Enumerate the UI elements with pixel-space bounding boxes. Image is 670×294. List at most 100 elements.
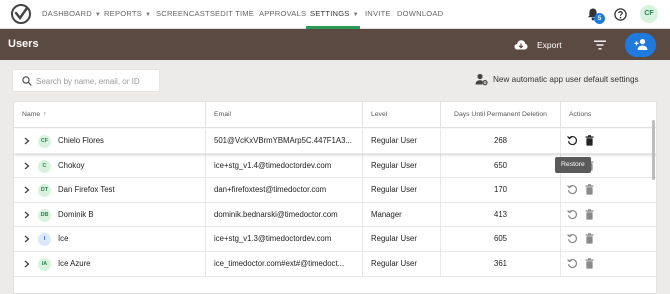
name-cell: IA Ice Azure [14,252,206,276]
restore-icon[interactable] [567,135,578,146]
chevron-down-icon: ▼ [352,12,359,18]
name-cell: I Ice [14,227,206,251]
add-user-button[interactable] [625,33,656,57]
avatar: I [38,233,51,247]
table-scrollbar[interactable] [652,120,655,180]
name-cell: CF Chielo Flores [14,129,206,153]
level-cell: Manager [363,202,441,227]
trash-icon[interactable] [585,233,594,244]
search-icon [22,76,32,86]
user-name: Chielo Flores [58,136,104,145]
user-settings-icon [475,73,488,86]
actions-cell [561,203,656,227]
filter-icon[interactable] [594,40,606,50]
avatar: DT [38,184,51,198]
table-row[interactable]: CF Chielo Flores 501@VcKxVBrmYBMArp5C.447F… [14,129,656,154]
page-title: Users [8,38,39,50]
email-cell: dan+firefoxtest@timedoctor.com [206,178,363,202]
days-cell: 268 [441,129,561,153]
days-cell: 361 [441,252,561,276]
nav-download[interactable]: DOWNLOAD [397,9,443,18]
sort-ascending-icon[interactable]: ↑ [43,102,47,128]
restore-icon[interactable] [567,184,578,195]
email-cell: ice+stg_v1.3@timedoctordev.com [206,227,363,251]
export-button[interactable]: Export [537,40,562,50]
app-logo-icon[interactable] [11,4,31,24]
cloud-download-icon[interactable] [514,39,528,51]
user-name: Ice [58,234,69,244]
trash-icon[interactable] [585,258,594,269]
actions-cell [561,129,656,153]
trash-icon[interactable] [585,135,594,146]
name-cell: C Chokoy [14,153,206,178]
actions-cell [561,178,656,202]
nav-settings[interactable]: SETTINGS ▼ [310,9,359,18]
email-cell: dominik.bednarski@timedoctor.com [206,202,363,227]
expand-chevron-icon[interactable] [24,186,30,194]
page-header: Users Export [0,29,670,60]
notification-count-badge: 5 [594,13,605,24]
user-avatar[interactable]: CF [640,5,658,23]
name-cell: DT Dan Firefox Test [14,178,206,202]
column-header-name-label: Name [22,111,41,118]
column-header-email[interactable]: Email [206,102,363,128]
chevron-down-icon: ▼ [94,12,102,18]
column-header-actions: Actions [569,111,592,118]
nav-edit-time[interactable]: EDIT TIME [215,9,254,18]
add-user-icon [634,39,648,50]
actions-cell [561,252,656,276]
expand-chevron-icon[interactable] [24,162,30,170]
nav-dashboard[interactable]: DASHBOARD ▼ [42,9,101,18]
nav-screencasts[interactable]: SCREENCASTS [156,9,215,18]
trash-icon[interactable] [585,184,594,195]
nav-approvals[interactable]: APPROVALS [259,9,306,18]
restore-icon[interactable] [567,209,578,220]
email-cell: ice+stg_v1.4@timedoctordev.com [206,153,363,178]
actions-cell [561,227,656,251]
trash-icon[interactable] [585,208,594,220]
column-header-level[interactable]: Level [363,102,441,128]
level-cell: Regular User [363,153,441,178]
user-name: Ice Azure [58,259,91,268]
level-cell: Regular User [363,129,441,153]
avatar: C [38,159,51,173]
new-default-settings-label: New automatic app user default settings [493,75,639,84]
table-row[interactable]: I Ice ice+stg_v1.3@timedoctordev.com Regula… [14,227,656,252]
top-navigation: DASHBOARD ▼ REPORTS ▼ SCREENCASTS EDIT TIM… [0,0,670,29]
email-cell: ice_timedoctor.com#ext#@timedoct... [206,252,363,276]
table-row[interactable]: DB Dominik B dominik.bednarski@timedoctor.… [14,202,656,228]
level-cell: Regular User [363,178,441,202]
table-row[interactable]: DT Dan Firefox Test dan+firefoxtest@timedo… [14,178,656,203]
column-header-name[interactable]: Name ↑ [14,102,206,128]
user-name: Chokoy [58,160,85,170]
help-icon[interactable] [614,8,627,21]
expand-chevron-icon[interactable] [24,211,30,219]
nav-reports[interactable]: REPORTS ▼ [104,9,151,18]
expand-chevron-icon[interactable] [24,137,30,145]
users-table: Name ↑ Email Level Days Until Permanent D… [13,101,657,294]
restore-icon[interactable] [567,258,578,269]
avatar: DB [38,208,51,222]
days-cell: 650 [441,153,561,178]
email-cell: 501@VcKxVBrmYBMArp5C.447F1A3... [206,129,363,153]
user-name: Dan Firefox Test [58,185,115,195]
expand-chevron-icon[interactable] [24,260,30,268]
days-cell: 605 [441,227,561,251]
nav-dashboard-label: DASHBOARD [42,9,92,18]
avatar: CF [38,135,51,148]
column-header-days[interactable]: Days Until Permanent Deletion [441,102,561,128]
expand-chevron-icon[interactable] [24,235,30,243]
level-cell: Regular User [363,252,441,276]
table-header: Name ↑ Email Level Days Until Permanent D… [14,102,656,128]
restore-tooltip: Restore [555,157,591,173]
nav-reports-label: REPORTS [104,9,142,18]
nav-invite[interactable]: INVITE [365,9,391,18]
restore-icon[interactable] [567,233,578,244]
search-box[interactable] [12,69,160,92]
days-cell: 413 [441,202,561,227]
avatar: IA [38,258,51,271]
chevron-down-icon: ▼ [144,12,152,18]
search-input[interactable] [36,74,156,88]
level-cell: Regular User [363,227,441,251]
table-row[interactable]: IA Ice Azure ice_timedoctor.com#ext#@timed… [14,252,656,277]
